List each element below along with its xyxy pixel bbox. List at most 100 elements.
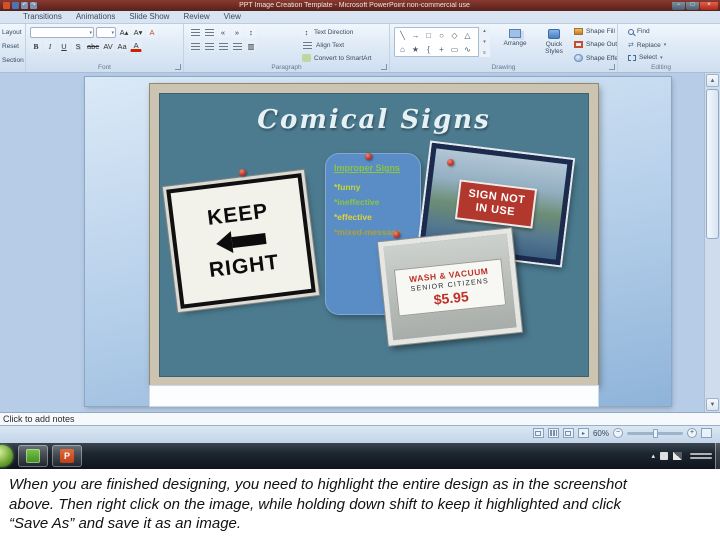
text-shadow-button[interactable]: S: [72, 41, 84, 52]
minimize-button[interactable]: −: [672, 1, 685, 10]
find-label: Find: [637, 28, 650, 35]
tab-view[interactable]: View: [217, 11, 248, 23]
shape-outline-button[interactable]: Shape Outline: [574, 41, 617, 48]
notes-pane[interactable]: Click to add notes: [0, 412, 720, 425]
underline-button[interactable]: U: [58, 41, 70, 52]
character-spacing-button[interactable]: AV: [102, 41, 115, 52]
convert-smartart-button[interactable]: Convert to SmartArt: [302, 54, 371, 62]
reading-view-button[interactable]: [562, 428, 574, 438]
text-direction-button[interactable]: ↕ Text Direction: [302, 28, 353, 37]
zoom-slider-thumb[interactable]: [653, 428, 658, 438]
scrollbar-thumb[interactable]: [706, 89, 719, 239]
close-button[interactable]: ×: [700, 1, 718, 10]
powerpoint-logo-icon[interactable]: [3, 2, 10, 9]
numbering-button[interactable]: [203, 27, 215, 38]
shrink-font-button[interactable]: A▾: [132, 27, 144, 38]
shape-arrow-icon[interactable]: →: [410, 30, 421, 41]
section-button[interactable]: Section: [0, 57, 24, 64]
font-color-button[interactable]: A: [130, 41, 143, 52]
maximize-button[interactable]: □: [686, 1, 699, 10]
find-button[interactable]: Find: [628, 28, 650, 35]
decrease-indent-button[interactable]: «: [217, 27, 229, 38]
replace-button[interactable]: ⇄ Replace ▾: [628, 41, 666, 50]
tab-animations[interactable]: Animations: [69, 11, 123, 23]
change-case-button[interactable]: Aa: [116, 41, 129, 52]
gallery-down-icon[interactable]: ▾: [483, 39, 486, 45]
shape-callout-icon[interactable]: ▭: [449, 44, 460, 55]
undo-icon[interactable]: ↶: [21, 2, 28, 9]
slide-sorter-view-button[interactable]: [547, 428, 559, 438]
increase-indent-button[interactable]: »: [231, 27, 243, 38]
align-text-button[interactable]: Align Text: [302, 41, 344, 49]
vertical-scrollbar[interactable]: ▲ ▼: [704, 73, 720, 412]
bullets-button[interactable]: [189, 27, 201, 38]
select-button[interactable]: Select ▾: [628, 54, 663, 61]
start-orb[interactable]: [0, 445, 13, 467]
shapes-gallery-scrollbar[interactable]: ▴ ▾ ≡: [478, 27, 490, 57]
tray-icon[interactable]: [660, 452, 668, 460]
tab-slide-show[interactable]: Slide Show: [122, 11, 176, 23]
columns-button[interactable]: ▥: [245, 41, 257, 52]
shape-effects-icon: [574, 54, 583, 62]
line-spacing-button[interactable]: ↕: [245, 27, 257, 38]
fit-to-window-button[interactable]: [701, 428, 712, 438]
align-right-button[interactable]: [217, 41, 229, 52]
justify-button[interactable]: [231, 41, 243, 52]
taskbar-app-button[interactable]: [18, 445, 48, 467]
tab-transitions[interactable]: Transitions: [16, 11, 69, 23]
shapes-gallery[interactable]: ╲ → □ ○ ◇ △ ⌂ ★ { + ▭ ∿: [394, 27, 490, 57]
show-hidden-icons-icon[interactable]: ▴: [651, 452, 655, 460]
slideshow-view-button[interactable]: ▸: [577, 428, 589, 438]
shape-plus-icon[interactable]: +: [436, 44, 447, 55]
scroll-up-icon[interactable]: ▲: [706, 74, 719, 87]
title-bar[interactable]: ↶ ↷ PPT Image Creation Template - Micros…: [0, 0, 720, 11]
reset-button[interactable]: Reset: [0, 43, 19, 50]
shape-star-icon[interactable]: ★: [410, 44, 421, 55]
show-desktop-button[interactable]: [715, 443, 720, 469]
shape-effects-button[interactable]: Shape Effects: [574, 54, 617, 62]
align-center-button[interactable]: [203, 41, 215, 52]
layout-button[interactable]: Layout: [0, 29, 22, 36]
network-icon[interactable]: [673, 452, 682, 460]
taskbar-clock[interactable]: [690, 453, 712, 459]
align-left-button[interactable]: [189, 41, 201, 52]
clear-formatting-button[interactable]: A: [146, 27, 158, 38]
shape-rectangle-icon[interactable]: □: [423, 30, 434, 41]
keep-right-sign[interactable]: KEEP RIGHT: [166, 173, 316, 309]
slide-title[interactable]: Comical Signs: [159, 105, 589, 135]
gallery-up-icon[interactable]: ▴: [483, 28, 486, 34]
grow-font-button[interactable]: A▴: [118, 27, 130, 38]
gallery-more-icon[interactable]: ≡: [483, 50, 486, 56]
zoom-in-button[interactable]: +: [687, 428, 697, 438]
shape-fill-button[interactable]: Shape Fill: [574, 28, 615, 35]
shape-curve-icon[interactable]: ∿: [462, 44, 473, 55]
slide-canvas[interactable]: Comical Signs KEEP RIGHT Improper Signs …: [85, 77, 671, 406]
shape-pentagon-icon[interactable]: ⌂: [397, 44, 408, 55]
font-dialog-launcher-icon[interactable]: [175, 64, 181, 70]
font-size-select[interactable]: ▾: [96, 27, 116, 38]
quick-styles-button[interactable]: Quick Styles: [536, 29, 572, 55]
shape-brace-icon[interactable]: {: [423, 44, 434, 55]
arrange-button[interactable]: Arrange: [496, 29, 534, 47]
bulletin-board-image[interactable]: Comical Signs KEEP RIGHT Improper Signs …: [150, 84, 598, 386]
bold-button[interactable]: B: [30, 41, 42, 52]
shape-line-icon[interactable]: ╲: [397, 30, 408, 41]
tab-review[interactable]: Review: [176, 11, 216, 23]
paragraph-dialog-launcher-icon[interactable]: [381, 64, 387, 70]
zoom-out-button[interactable]: −: [613, 428, 623, 438]
wash-vacuum-sign-photo[interactable]: WASH & VACUUM SENIOR CITIZENS $5.95: [377, 228, 523, 346]
taskbar-powerpoint-button[interactable]: P: [52, 445, 82, 467]
replace-icon: ⇄: [628, 42, 634, 49]
shape-ellipse-icon[interactable]: ○: [436, 30, 447, 41]
redo-icon[interactable]: ↷: [30, 2, 37, 9]
drawing-dialog-launcher-icon[interactable]: [609, 64, 615, 70]
shape-triangle-icon[interactable]: △: [462, 30, 473, 41]
scroll-down-icon[interactable]: ▼: [706, 398, 719, 411]
strikethrough-button[interactable]: abc: [86, 41, 101, 52]
italic-button[interactable]: I: [44, 41, 56, 52]
normal-view-button[interactable]: [532, 428, 544, 438]
font-name-select[interactable]: ▾: [30, 27, 94, 38]
save-icon[interactable]: [12, 2, 19, 9]
zoom-slider[interactable]: [627, 428, 683, 438]
shape-diamond-icon[interactable]: ◇: [449, 30, 460, 41]
